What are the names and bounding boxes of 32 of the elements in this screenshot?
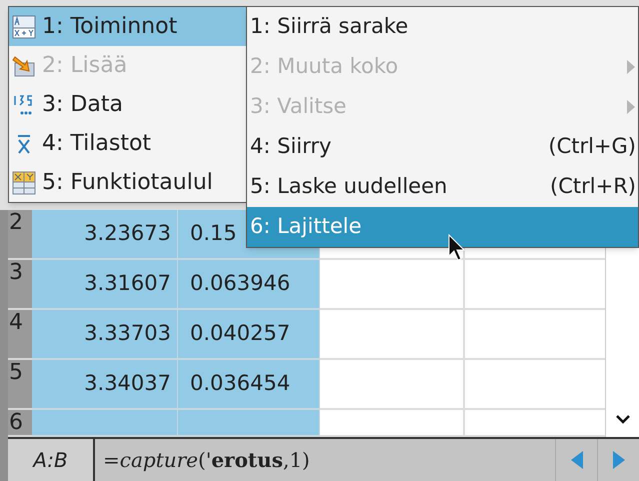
- right-arrow-icon: [612, 450, 626, 470]
- table-cell: 0.063946: [178, 260, 320, 310]
- cell-reference: A:B: [8, 439, 95, 481]
- shortcut-label: (Ctrl+R): [550, 173, 636, 200]
- scroll-down-icon[interactable]: [614, 412, 632, 426]
- submenu-arrow-icon: [626, 99, 636, 115]
- left-arrow-icon: [570, 450, 584, 470]
- row-number: 5: [8, 360, 32, 410]
- row-number: 6: [8, 410, 32, 437]
- insert-icon: [12, 54, 36, 78]
- submenu-item[interactable]: 5: Laske uudelleen (Ctrl+R): [247, 167, 638, 207]
- row-number: 4: [8, 310, 32, 360]
- submenu-item[interactable]: 1: Siirrä sarake: [247, 7, 638, 47]
- table-icon: [12, 14, 36, 38]
- scrollbar[interactable]: [605, 410, 639, 437]
- table-cell: 0.040257: [178, 310, 320, 360]
- function-table-icon: [12, 170, 36, 194]
- menu-item[interactable]: 3: Data: [9, 85, 247, 124]
- shortcut-label: (Ctrl+G): [548, 133, 636, 160]
- table-cell: 0.036454: [178, 360, 320, 410]
- submenu-item[interactable]: 4: Siirry (Ctrl+G): [247, 127, 638, 167]
- formula-field[interactable]: =capture('erotus,1): [95, 439, 555, 481]
- menu-item[interactable]: 5: Funktiotaulul: [9, 163, 247, 202]
- table-cell: 3.23673: [32, 210, 178, 260]
- menu-item[interactable]: 1: Toiminnot: [9, 7, 247, 46]
- row-number: 3: [8, 260, 32, 310]
- menu-item[interactable]: 4: Tilastot: [9, 124, 247, 163]
- table-cell: 3.33703: [32, 310, 178, 360]
- row-number: 2: [8, 210, 32, 260]
- table-cell: 3.31607: [32, 260, 178, 310]
- submenu-arrow-icon: [626, 59, 636, 75]
- table-cell: 3.34037: [32, 360, 178, 410]
